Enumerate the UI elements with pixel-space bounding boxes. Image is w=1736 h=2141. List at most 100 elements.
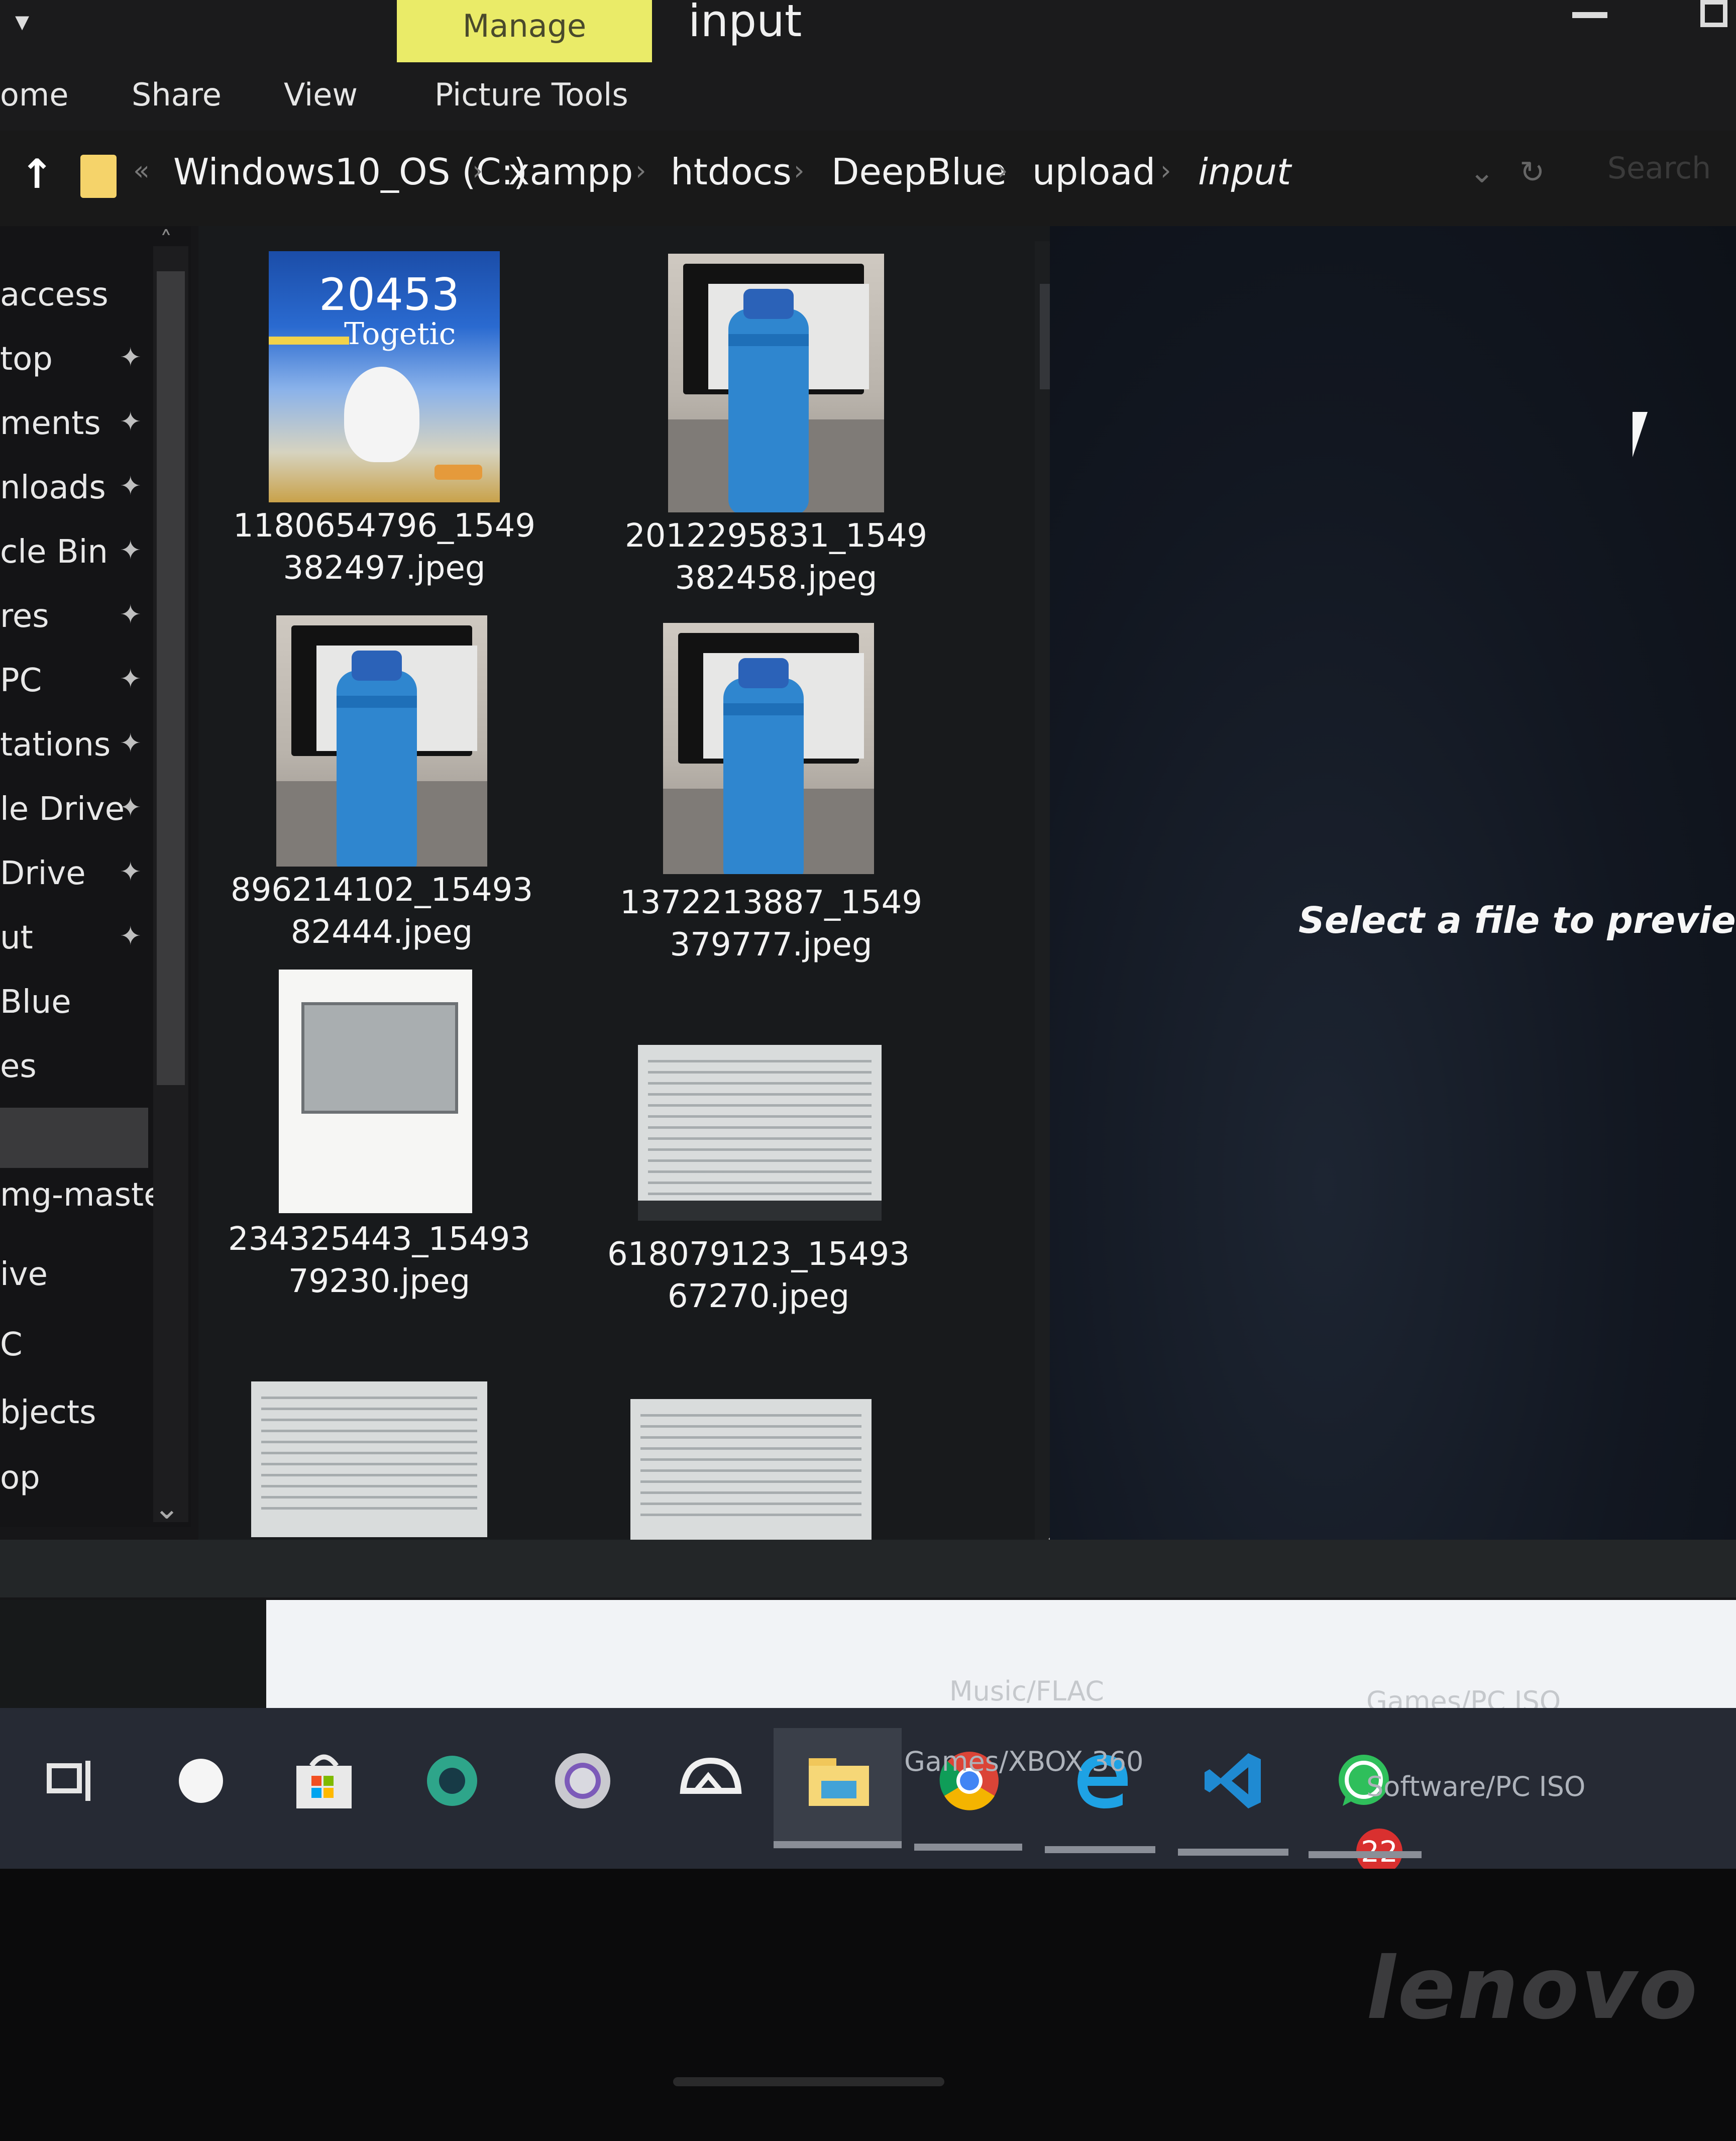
nav-item-this-pc[interactable]: PC — [0, 662, 42, 699]
breadcrumb-deepblue[interactable]: DeepBlue — [831, 151, 1007, 193]
window-title: input — [688, 0, 802, 47]
nav-item-quick-access[interactable]: access — [0, 276, 108, 313]
nav-item-onedrive[interactable]: Drive — [0, 855, 86, 892]
taskbar-running-indicator — [1178, 1849, 1288, 1856]
quick-access-dropdown-icon[interactable]: ▾ — [15, 5, 45, 40]
nav-item-google-drive[interactable]: le Drive — [0, 791, 125, 828]
file-list: 20453 Togetic 1180654796_1549 382497.jpe… — [198, 226, 1082, 1552]
file-name-line: 896214102_15493 — [230, 872, 533, 909]
search-input[interactable]: Search — [1607, 151, 1711, 186]
file-explorer-icon[interactable] — [801, 1743, 877, 1818]
tab-picture-tools[interactable]: Picture Tools — [435, 76, 628, 113]
nav-item-3d-objects[interactable]: bjects — [0, 1394, 96, 1431]
app-circle-icon[interactable] — [545, 1743, 620, 1818]
file-name[interactable]: 618079123_15493 67270.jpeg — [603, 1233, 914, 1318]
file-thumbnail[interactable] — [630, 1399, 872, 1540]
background-window-item: Software/PC ISO — [1366, 1771, 1586, 1802]
thumbnail-overlay-text: Togetic — [344, 316, 456, 352]
nav-item-documents[interactable]: ments — [0, 405, 101, 442]
thumbnail-graphic — [738, 658, 789, 688]
file-name-line: 382458.jpeg — [675, 560, 878, 597]
file-thumbnail[interactable] — [276, 615, 487, 867]
file-name-line: 1372213887_1549 — [619, 884, 923, 921]
file-thumbnail[interactable] — [663, 623, 874, 874]
pin-icon: ✦ — [120, 343, 142, 373]
file-name[interactable]: 234325443_15493 79230.jpeg — [224, 1218, 535, 1303]
file-name-line: 1180654796_1549 — [233, 507, 536, 545]
breadcrumb-input[interactable]: input — [1198, 151, 1291, 193]
nav-item-presentations[interactable]: tations — [0, 726, 111, 764]
minimize-icon[interactable] — [1572, 12, 1607, 18]
refresh-icon[interactable]: ↻ — [1520, 155, 1545, 190]
pin-icon: ✦ — [120, 728, 142, 759]
breadcrumb-xampp[interactable]: xampp — [508, 151, 633, 193]
nav-item-files[interactable]: es — [0, 1048, 37, 1085]
nav-item-recycle-bin[interactable]: cle Bin — [0, 533, 108, 571]
file-name[interactable]: 1180654796_1549 382497.jpeg — [229, 505, 540, 589]
nav-item-desktop[interactable]: top — [0, 341, 53, 378]
file-name[interactable]: 2012295831_1549 382458.jpeg — [620, 515, 932, 599]
thumbnail-graphic — [648, 1060, 872, 1201]
maximize-icon[interactable] — [1700, 0, 1727, 27]
chevron-right-icon: › — [997, 155, 1008, 186]
thumbnail-graphic — [435, 465, 482, 480]
thumbnail-graphic — [728, 334, 809, 346]
cortana-icon[interactable] — [163, 1743, 239, 1818]
nav-item-drive[interactable]: ive — [0, 1256, 48, 1293]
nav-item-input[interactable]: ut — [0, 919, 33, 956]
pin-icon: ✦ — [120, 407, 142, 437]
file-name-line: 618079123_15493 — [607, 1236, 910, 1273]
breadcrumb-htdocs[interactable]: htdocs — [671, 151, 792, 193]
app-green-icon[interactable] — [414, 1743, 490, 1818]
chevron-right-icon: › — [794, 155, 805, 186]
breadcrumb-upload[interactable]: upload — [1032, 151, 1155, 193]
file-name[interactable]: 896214102_15493 82444.jpeg — [226, 869, 537, 953]
chevron-left-icon[interactable]: « — [133, 155, 150, 186]
thumbnail-graphic — [352, 651, 402, 681]
pin-icon: ✦ — [120, 600, 142, 630]
chevron-right-icon: › — [1160, 155, 1171, 186]
nav-selected-highlight — [0, 1108, 148, 1168]
nav-item-downloads[interactable]: nloads — [0, 469, 106, 506]
ribbon: ome Share View Picture Tools — [0, 65, 1736, 131]
taskbar-running-indicator — [1045, 1846, 1155, 1853]
file-thumbnail[interactable] — [668, 254, 884, 512]
background-window-item: Games/XBOX 360 — [904, 1746, 1144, 1777]
nav-item-deepblue[interactable]: Blue — [0, 984, 71, 1021]
chevron-down-icon[interactable]: ⌄ — [154, 1489, 180, 1526]
notification-badge: 22 — [1356, 1829, 1402, 1869]
thumbnail-graphic — [743, 289, 794, 319]
chevron-up-icon[interactable]: ˄ — [160, 226, 172, 255]
thumbnail-overlay-text: 20453 — [319, 269, 460, 320]
pin-icon: ✦ — [120, 793, 142, 823]
store-icon[interactable] — [286, 1743, 362, 1818]
tab-view[interactable]: View — [284, 76, 358, 113]
file-thumbnail[interactable]: 20453 Togetic — [269, 251, 500, 502]
file-name[interactable]: 1372213887_1549 379777.jpeg — [615, 882, 927, 966]
mouse-cursor-icon — [1633, 412, 1663, 457]
thumbnail-graphic — [344, 367, 419, 462]
pin-icon: ✦ — [120, 857, 142, 887]
up-arrow-icon[interactable]: ↑ — [20, 151, 54, 197]
tab-home[interactable]: ome — [0, 76, 68, 113]
tab-manage[interactable]: Manage — [397, 0, 652, 62]
nav-item-img-master[interactable]: mg-master — [0, 1176, 177, 1214]
file-name-line: 67270.jpeg — [667, 1278, 850, 1315]
nav-item-pictures[interactable]: res — [0, 598, 49, 635]
screen: ▾ Manage input ome Share View Picture To… — [0, 0, 1736, 1869]
chevron-down-icon[interactable]: ⌄ — [1469, 155, 1494, 190]
nav-item-c[interactable]: C — [0, 1326, 23, 1363]
title-bar: ▾ Manage input — [0, 0, 1736, 65]
taskbar-running-indicator — [774, 1841, 902, 1848]
tab-share[interactable]: Share — [132, 76, 222, 113]
task-view-icon[interactable] — [33, 1743, 108, 1818]
file-thumbnail[interactable] — [279, 970, 472, 1213]
nav-item-desktop-2[interactable]: op — [0, 1459, 40, 1496]
nav-scrollbar-thumb[interactable] — [157, 271, 185, 1085]
app-cloud-icon[interactable] — [673, 1743, 748, 1818]
file-thumbnail[interactable] — [251, 1381, 487, 1537]
file-thumbnail[interactable] — [638, 1045, 882, 1221]
taskbar-running-indicator — [914, 1844, 1022, 1851]
background-window-item: Music/FLAC — [949, 1675, 1104, 1707]
vs-code-icon[interactable] — [1196, 1743, 1271, 1818]
